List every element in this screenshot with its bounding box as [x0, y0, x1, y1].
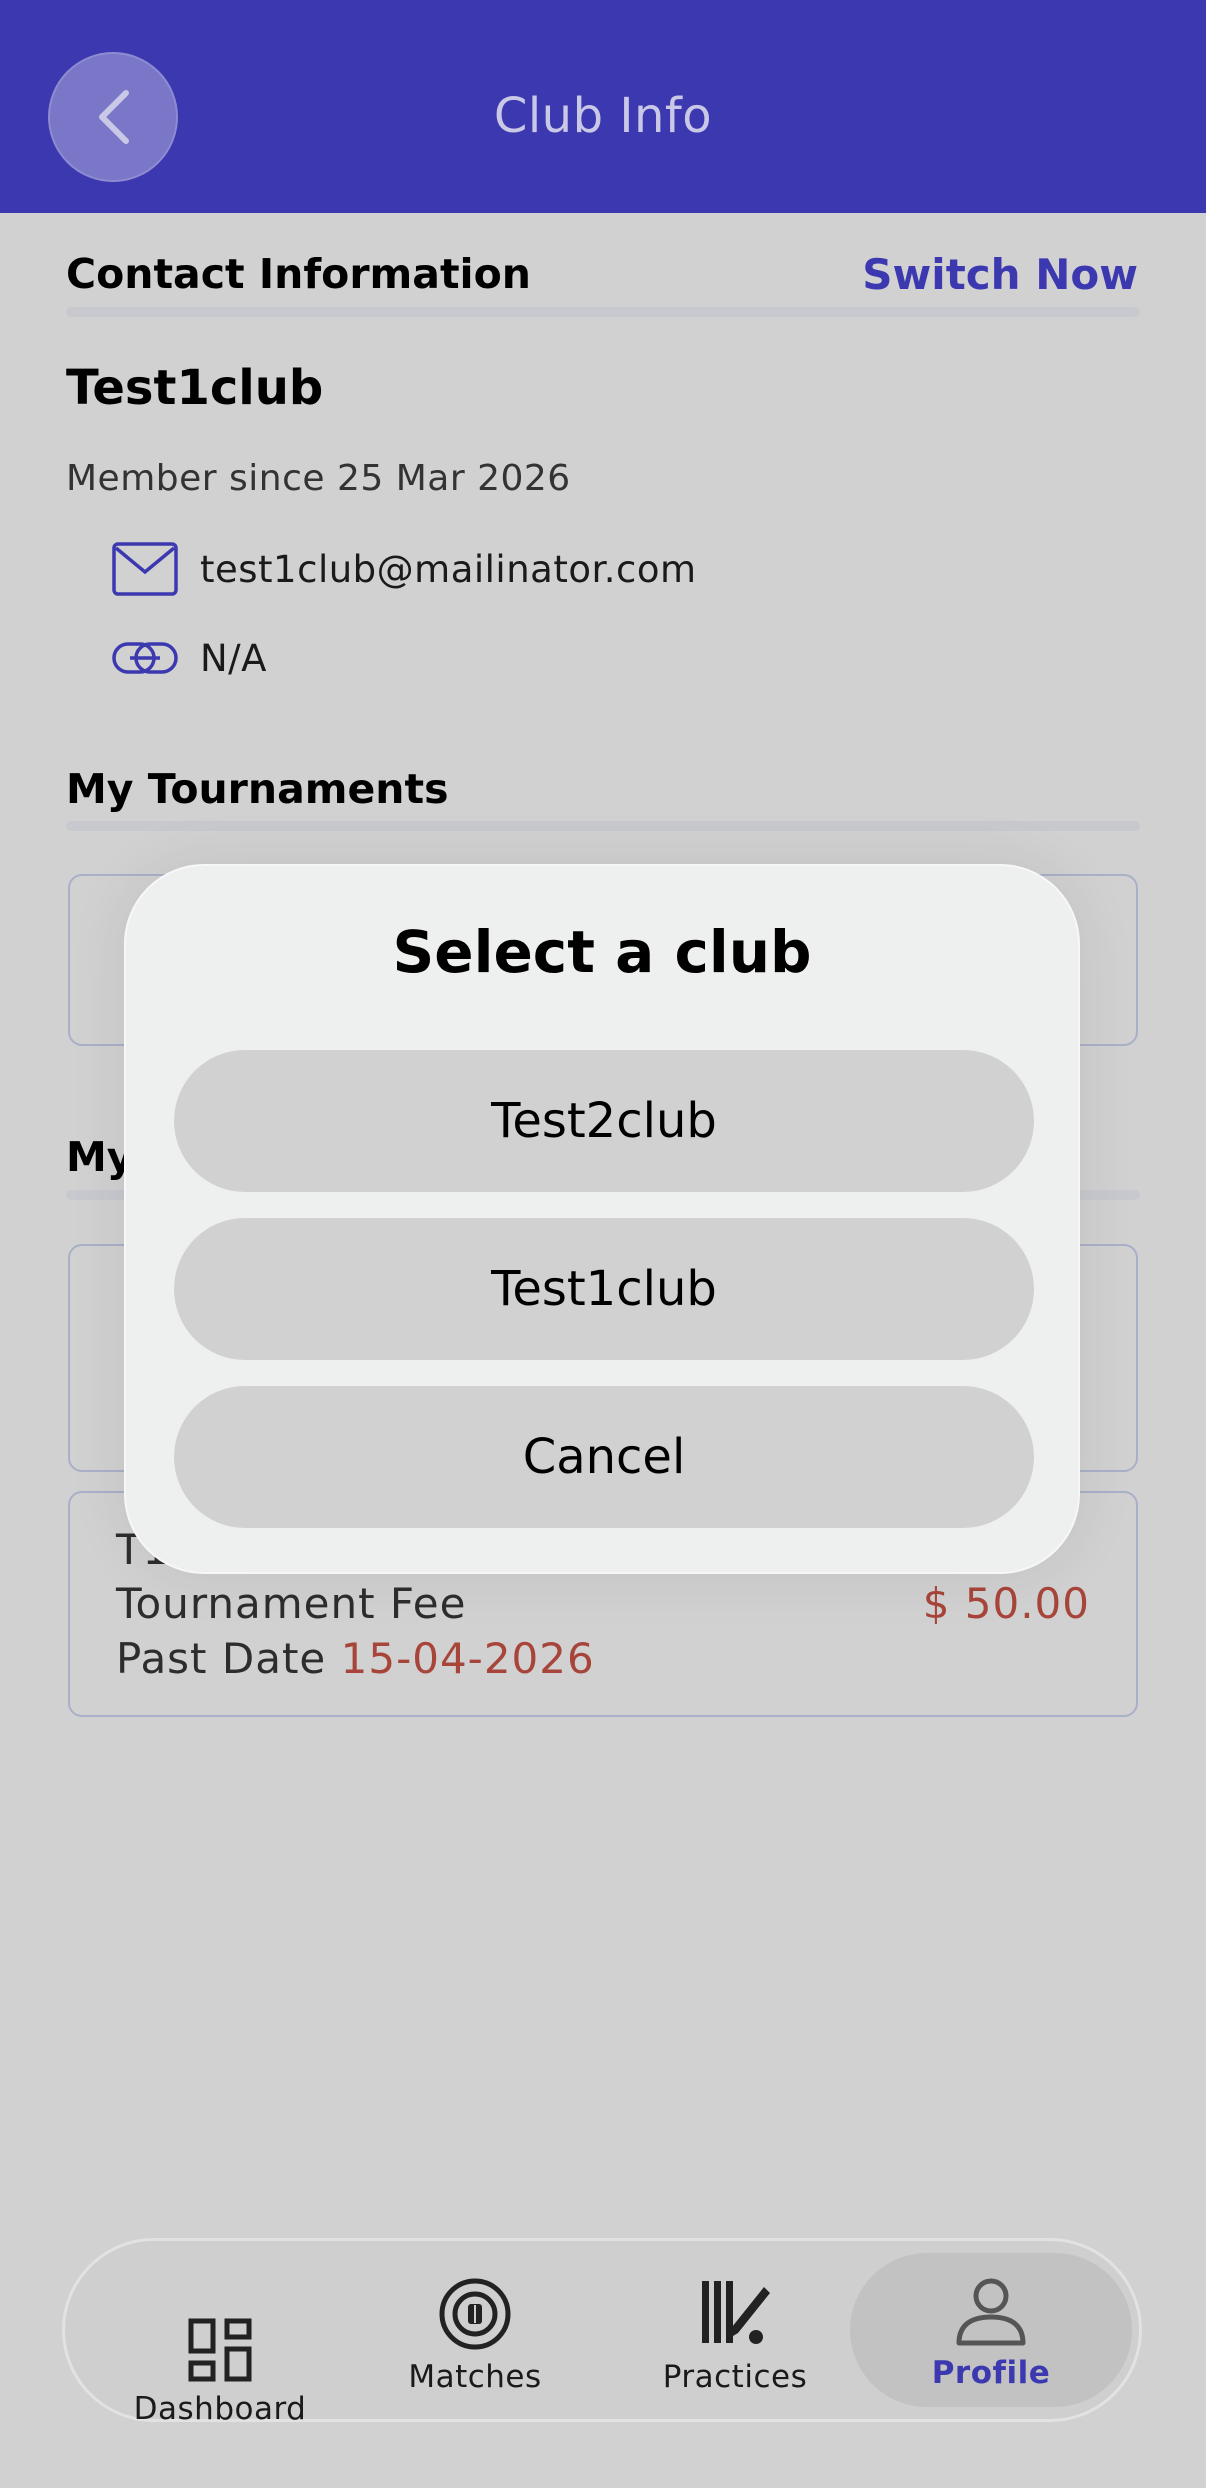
date-value: 15-04-2026 — [340, 1634, 595, 1683]
divider — [66, 821, 1140, 831]
select-club-modal: Select a club Test2club Test1club Cancel — [124, 864, 1080, 1574]
member-since: Member since 25 Mar 2026 — [66, 458, 571, 499]
tab-practices[interactable]: Practices — [635, 2241, 835, 2419]
profile-icon — [956, 2278, 1026, 2346]
tab-label: Profile — [931, 2355, 1051, 2391]
cancel-button[interactable]: Cancel — [174, 1386, 1034, 1528]
club-option-button[interactable]: Test1club — [174, 1218, 1034, 1360]
website-row[interactable]: N/A — [112, 628, 267, 688]
matches-icon — [439, 2278, 511, 2350]
club-option-button[interactable]: Test2club — [174, 1050, 1034, 1192]
contact-section-title: Contact Information — [66, 250, 531, 298]
fee-value: $ 50.00 — [922, 1579, 1090, 1628]
dashboard-icon — [188, 2318, 252, 2382]
fee-label: Tournament Fee — [116, 1579, 467, 1628]
date-row: Past Date 15-04-2026 — [116, 1634, 595, 1683]
practices-icon — [702, 2281, 770, 2344]
date-label: Past Date — [116, 1634, 327, 1683]
tab-label: Dashboard — [133, 2391, 307, 2427]
switch-now-link[interactable]: Switch Now — [862, 250, 1138, 299]
email-row[interactable]: test1club@mailinator.com — [112, 539, 697, 599]
modal-title: Select a club — [392, 918, 812, 986]
tab-dashboard[interactable]: Dashboard — [125, 2241, 315, 2457]
page-title: Club Info — [493, 88, 713, 144]
tab-label: Matches — [408, 2359, 542, 2395]
bottom-tab-bar: Dashboard Matches Practices Profile — [62, 2238, 1142, 2427]
tab-label: Practices — [662, 2359, 808, 2395]
email-text: test1club@mailinator.com — [200, 547, 697, 591]
club-name: Test1club — [66, 360, 324, 416]
divider — [66, 307, 1140, 317]
tab-profile[interactable]: Profile — [850, 2253, 1132, 2407]
tournaments-section-title: My Tournaments — [66, 765, 449, 813]
tab-matches[interactable]: Matches — [385, 2241, 565, 2419]
mail-icon — [112, 542, 178, 596]
website-text: N/A — [200, 636, 267, 680]
link-icon — [112, 642, 178, 674]
app-header: Club Info — [0, 0, 1206, 213]
